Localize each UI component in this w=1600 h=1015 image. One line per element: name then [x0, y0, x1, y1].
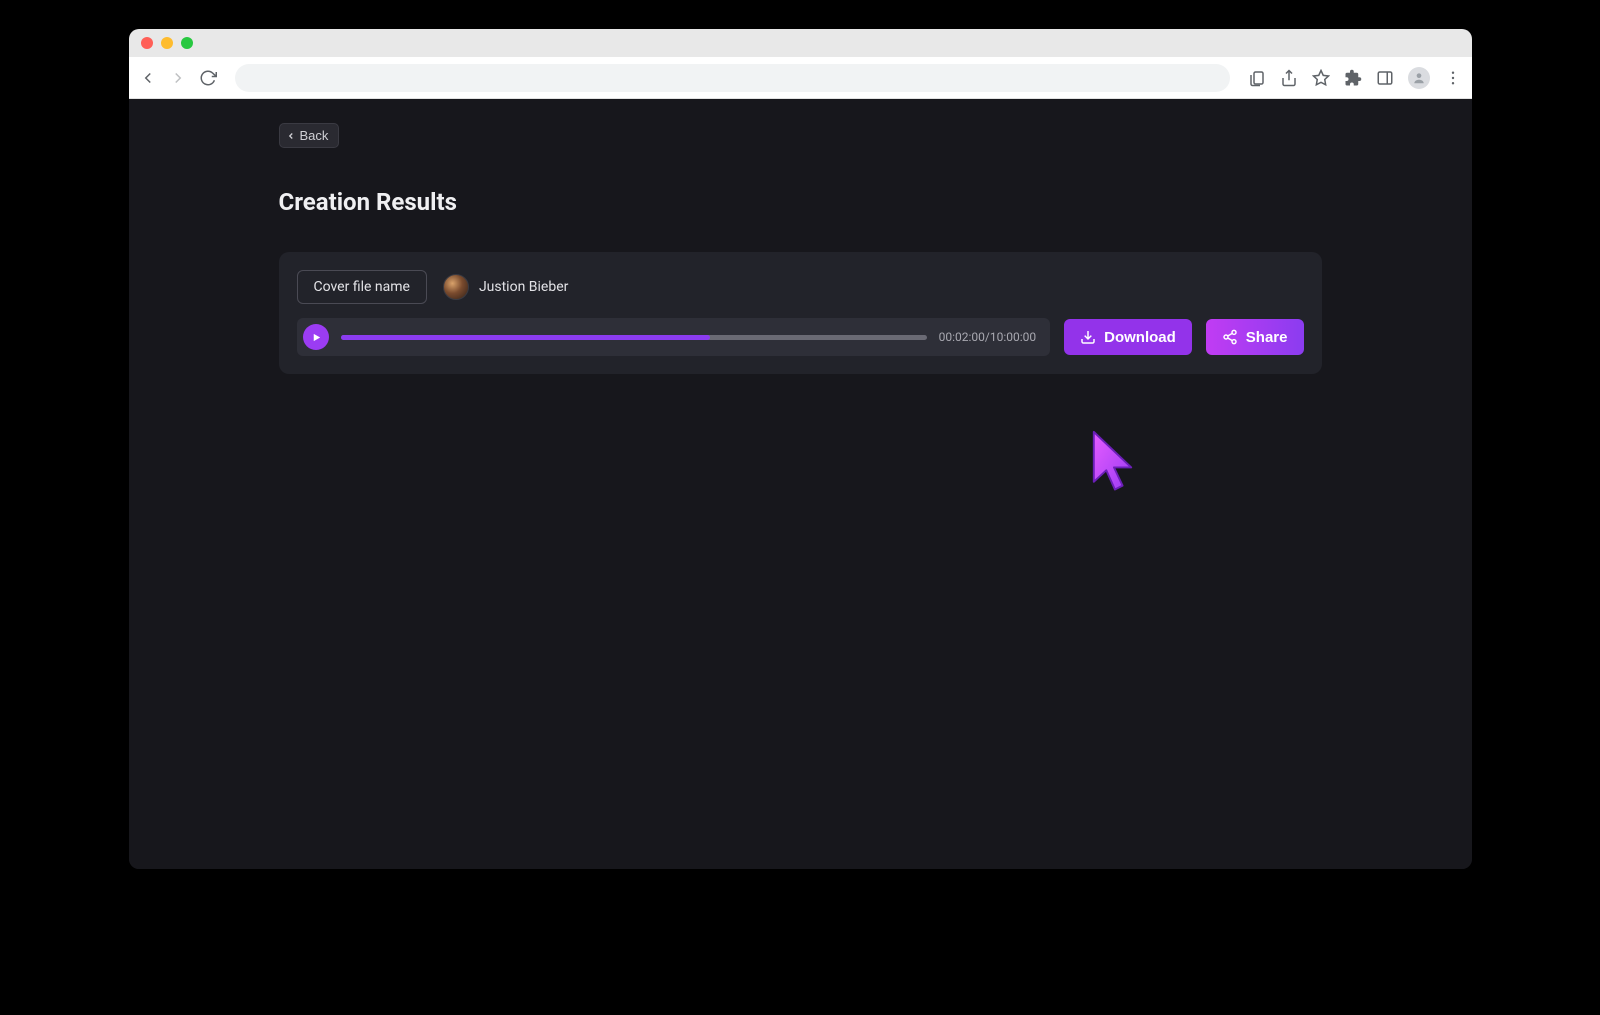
extensions-icon[interactable] — [1344, 69, 1362, 87]
play-button[interactable] — [303, 324, 329, 350]
audio-player: 00:02:00/10:00:00 — [297, 318, 1051, 356]
artist-avatar — [443, 274, 469, 300]
share-icon — [1222, 329, 1238, 345]
browser-toolbar — [129, 57, 1472, 99]
window-maximize-icon[interactable] — [181, 37, 193, 49]
browser-window: Back Creation Results Cover file name Ju… — [129, 29, 1472, 869]
download-button[interactable]: Download — [1064, 319, 1192, 355]
artist-info: Justion Bieber — [443, 274, 568, 300]
progress-fill — [341, 335, 710, 340]
share-button-label: Share — [1246, 329, 1288, 346]
cursor-illustration-icon — [1089, 429, 1137, 501]
profile-avatar-icon[interactable] — [1408, 67, 1430, 89]
result-card: Cover file name Justion Bieber 00:02:00/… — [279, 252, 1322, 374]
browser-back-icon[interactable] — [139, 69, 157, 87]
kebab-menu-icon[interactable] — [1444, 69, 1462, 87]
download-button-label: Download — [1104, 329, 1176, 346]
share-up-icon[interactable] — [1280, 69, 1298, 87]
bookmark-star-icon[interactable] — [1312, 69, 1330, 87]
toolbar-right — [1248, 67, 1462, 89]
window-close-icon[interactable] — [141, 37, 153, 49]
page-title: Creation Results — [279, 188, 1322, 216]
time-label: 00:02:00/10:00:00 — [939, 330, 1037, 344]
download-icon — [1080, 329, 1096, 345]
result-header: Cover file name Justion Bieber — [297, 270, 1304, 304]
address-bar[interactable] — [235, 64, 1230, 92]
back-button[interactable]: Back — [279, 123, 340, 148]
browser-forward-icon[interactable] — [169, 69, 187, 87]
play-icon — [311, 332, 322, 343]
clipboard-icon[interactable] — [1248, 69, 1266, 87]
artist-name: Justion Bieber — [479, 279, 568, 295]
player-row: 00:02:00/10:00:00 Download Share — [297, 318, 1304, 356]
progress-track[interactable] — [341, 335, 927, 340]
cover-file-name[interactable]: Cover file name — [297, 270, 427, 304]
share-button[interactable]: Share — [1206, 319, 1304, 355]
back-button-label: Back — [300, 128, 329, 143]
traffic-lights — [141, 37, 193, 49]
browser-reload-icon[interactable] — [199, 69, 217, 87]
window-title-bar — [129, 29, 1472, 57]
page-content: Back Creation Results Cover file name Ju… — [129, 99, 1472, 869]
window-minimize-icon[interactable] — [161, 37, 173, 49]
sidepanel-icon[interactable] — [1376, 69, 1394, 87]
chevron-left-icon — [286, 131, 296, 141]
